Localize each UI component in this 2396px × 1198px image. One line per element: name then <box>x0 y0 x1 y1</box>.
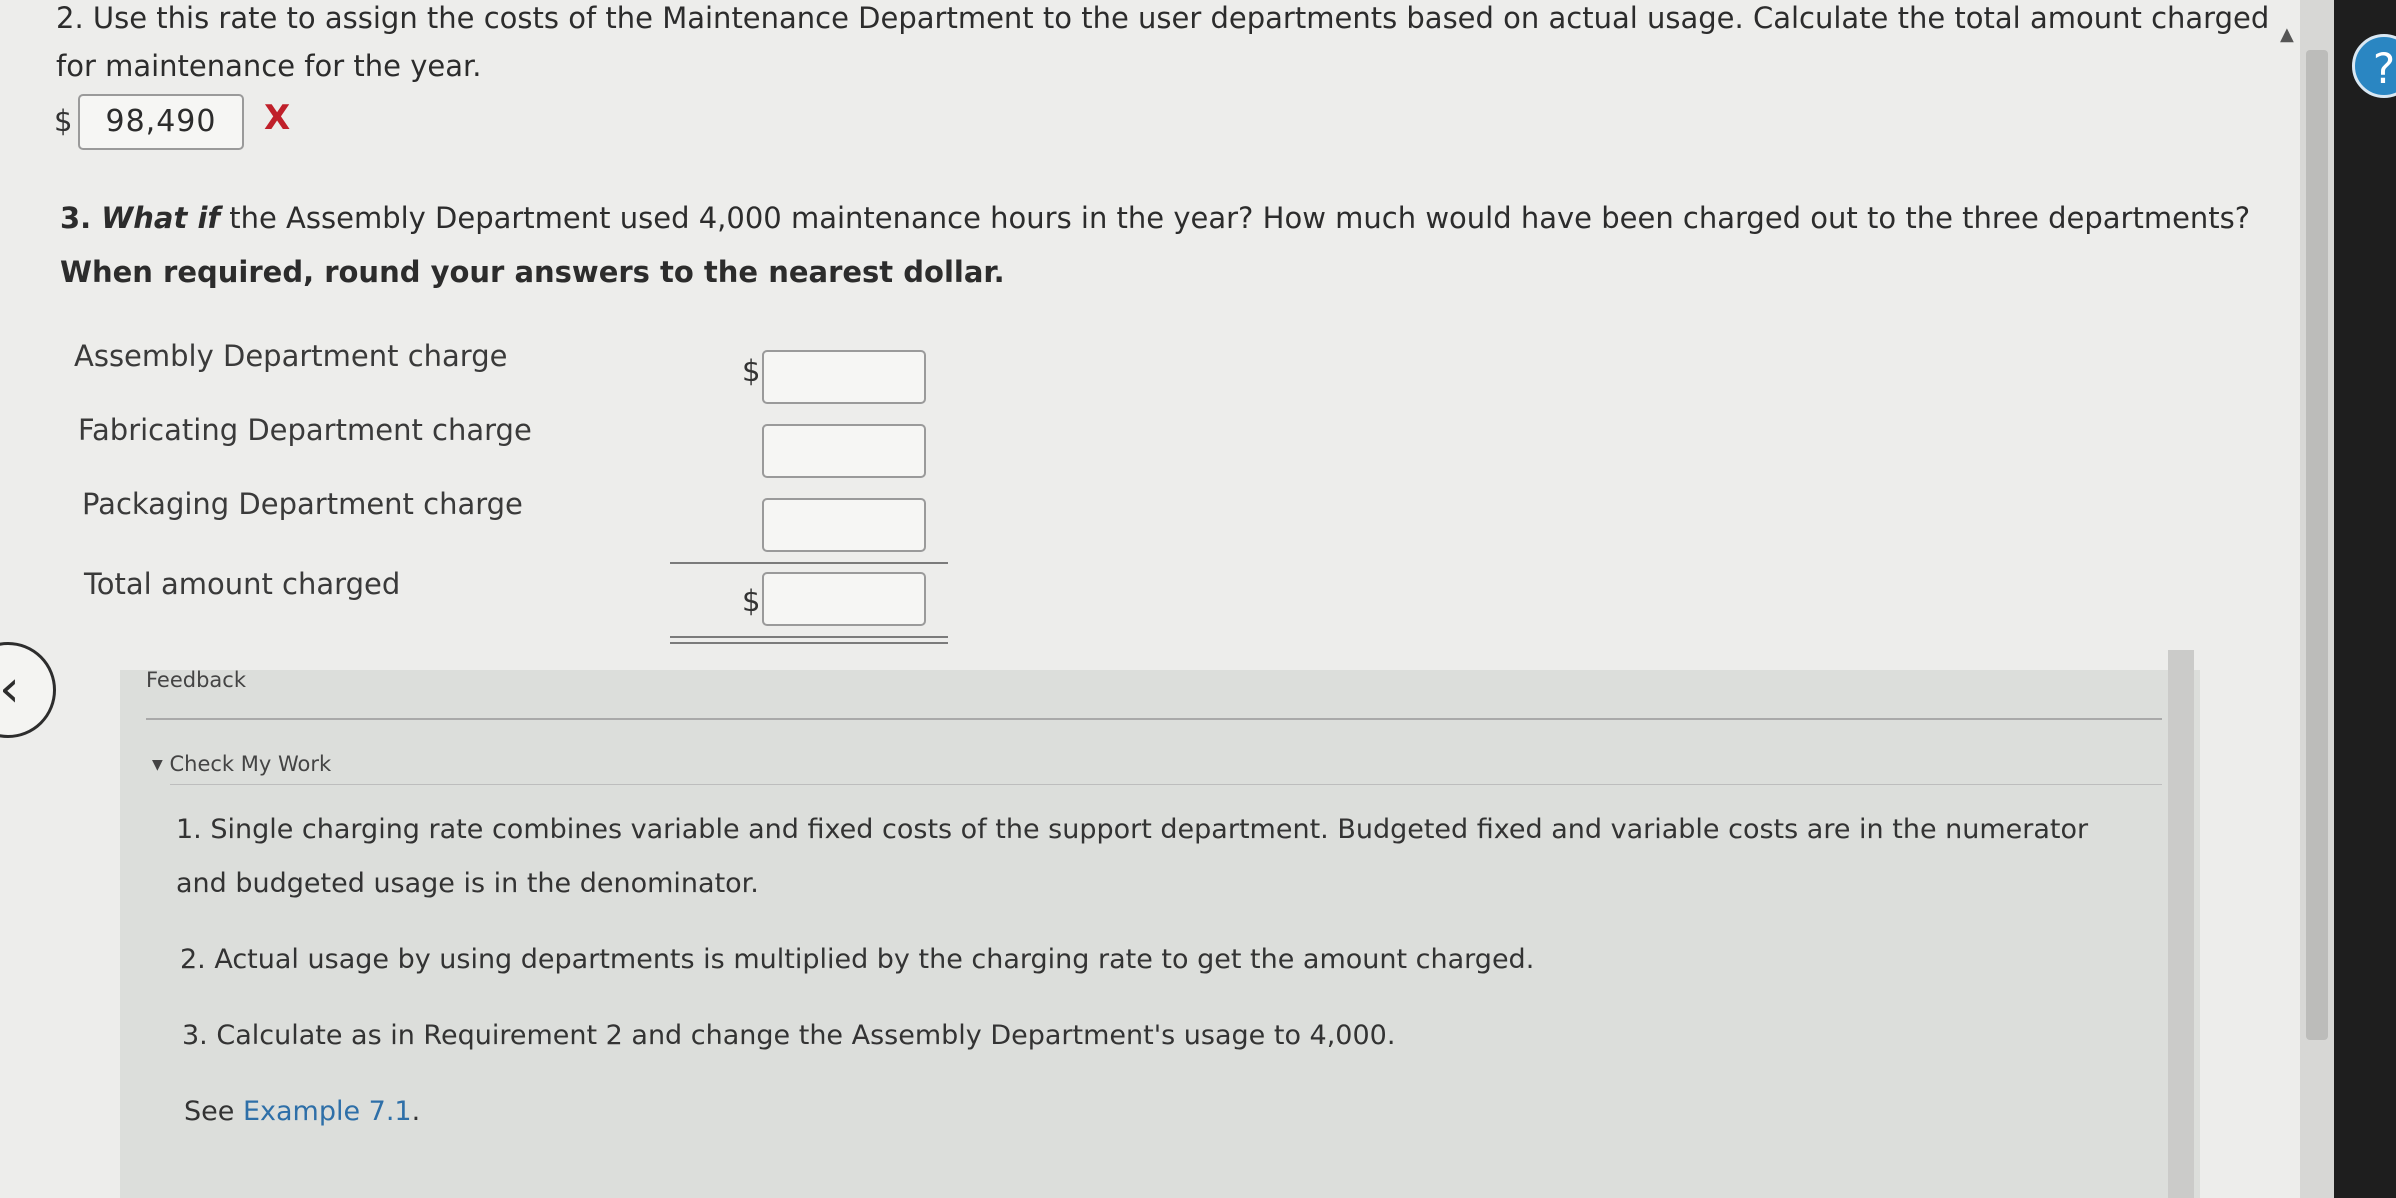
question-2-text-line1: 2. Use this rate to assign the costs of … <box>56 1 2270 35</box>
feedback-panel <box>120 670 2200 1198</box>
feedback-item-2: 2. Actual usage by using departments is … <box>180 944 1535 975</box>
assembly-charge-currency: $ <box>742 354 761 388</box>
total-charge-currency: $ <box>742 584 761 618</box>
fabricating-charge-input[interactable] <box>762 424 926 478</box>
assignment-page: 2. Use this rate to assign the costs of … <box>0 0 2300 1198</box>
question-3-text: 3. What if the Assembly Department used … <box>60 200 2250 236</box>
right-edge-strip <box>2334 0 2396 1198</box>
feedback-item-1-line2: and budgeted usage is in the denominator… <box>176 868 759 899</box>
currency-symbol: $ <box>54 104 73 138</box>
assembly-charge-label: Assembly Department charge <box>74 339 508 373</box>
check-my-work-toggle[interactable]: ▼ Check My Work <box>152 752 331 776</box>
total-double-rule-bottom <box>670 642 948 644</box>
question-3-what-if: What if <box>101 201 221 235</box>
see-suffix: . <box>411 1096 421 1127</box>
incorrect-mark-icon: X <box>264 98 291 138</box>
subtotal-rule <box>670 562 948 564</box>
packaging-charge-input[interactable] <box>762 498 926 552</box>
total-charge-input[interactable] <box>762 572 926 626</box>
fabricating-charge-label: Fabricating Department charge <box>78 413 532 447</box>
see-example-reference: See Example 7.1. <box>184 1094 420 1130</box>
total-maintenance-charge-input[interactable]: 98,490 <box>78 94 244 150</box>
triangle-down-icon: ▼ <box>152 757 163 773</box>
question-2-text-line2: for maintenance for the year. <box>56 49 482 83</box>
scroll-up-arrow-icon[interactable]: ▲ <box>2280 24 2294 45</box>
example-7-1-link[interactable]: Example 7.1 <box>243 1096 412 1127</box>
feedback-item-1-line1: 1. Single charging rate combines variabl… <box>176 814 2089 845</box>
feedback-title: Feedback <box>146 668 247 692</box>
feedback-divider <box>146 718 2162 720</box>
feedback-scroll-track[interactable] <box>2168 650 2194 1198</box>
check-my-work-divider <box>170 784 2162 785</box>
see-prefix: See <box>184 1096 243 1127</box>
total-double-rule-top <box>670 636 948 638</box>
feedback-item-3: 3. Calculate as in Requirement 2 and cha… <box>182 1020 1396 1051</box>
page-scrollbar-thumb[interactable] <box>2306 50 2328 1040</box>
question-3-body: the Assembly Department used 4,000 maint… <box>220 201 2251 235</box>
assembly-charge-input[interactable] <box>762 350 926 404</box>
question-3-number: 3. <box>60 201 102 235</box>
total-charge-label: Total amount charged <box>84 567 401 601</box>
check-my-work-label: Check My Work <box>169 752 332 776</box>
packaging-charge-label: Packaging Department charge <box>82 487 523 521</box>
rounding-instruction: When required, round your answers to the… <box>60 255 1005 289</box>
